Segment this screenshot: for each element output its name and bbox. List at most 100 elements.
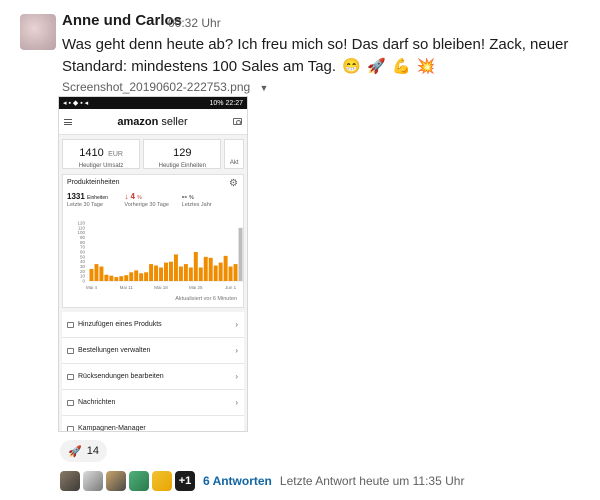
chart-bar: [149, 264, 154, 281]
chart-bar: [99, 266, 104, 281]
stat-last-30: 1331 Einheiten Letzte 30 Tage: [67, 192, 124, 208]
y-tick-label: 0: [82, 279, 85, 284]
card-stats: 1331 Einheiten Letzte 30 Tage ↓ 4 % Vorh…: [67, 192, 239, 208]
kpi-tiles: 1410 EUR Heutiger Umsatz 129 Heutige Ein…: [59, 135, 247, 172]
chart-bar: [94, 264, 99, 281]
replies-link[interactable]: 6 Antworten: [203, 474, 272, 488]
stat-last-year-label: Letztes Jahr: [181, 202, 212, 208]
x-tick-label: Mai 4: [86, 285, 98, 290]
chart-bar: [198, 267, 203, 281]
menu-returns-label: Rücksendungen bearbeiten: [78, 373, 164, 380]
chart-bar: [173, 254, 178, 281]
y-tick-label: 30: [80, 264, 86, 269]
chart-bar: [164, 262, 168, 281]
y-tick-label: 40: [80, 259, 86, 264]
chart-bar: [114, 277, 119, 281]
phone-app-bar: amazon seller: [59, 109, 247, 135]
chart-bar: [233, 264, 238, 281]
chart-bar: [124, 275, 129, 281]
chart-bar: [228, 266, 233, 281]
y-tick-label: 10: [80, 274, 86, 279]
chart-bar: [159, 267, 164, 281]
chart-bar: [218, 262, 223, 281]
campaign-icon: [67, 425, 74, 431]
chart-bar: [203, 256, 208, 281]
avatar[interactable]: [106, 471, 126, 491]
calendar-icon: [67, 347, 74, 354]
avatar[interactable]: [83, 471, 103, 491]
chart-bar: [109, 275, 114, 281]
stat-previous-30-value: ↓ 4: [124, 192, 135, 201]
stat-last-year-unit: %: [189, 195, 194, 201]
menu-messages: Nachrichten ›: [62, 390, 244, 416]
x-tick-label: Mai 25: [189, 285, 203, 290]
amazon-seller-logo: amazon seller: [117, 116, 187, 128]
menu-campaigns-label: Kampagnen-Manager: [78, 425, 146, 432]
menu-campaigns: Kampagnen-Manager: [62, 416, 244, 432]
stat-previous-30-unit: %: [137, 195, 142, 201]
card-title: Produkteinheiten: [67, 179, 120, 186]
message-timestamp[interactable]: 00:32 Uhr: [168, 16, 221, 30]
chevron-right-icon: ›: [235, 320, 238, 329]
product-units-card: Produkteinheiten ⚙ 1331 Einheiten Letzte…: [62, 174, 244, 308]
chart-bar: [178, 266, 183, 281]
chevron-right-icon: ›: [235, 346, 238, 355]
x-tick-label: Jun 1: [225, 285, 237, 290]
chart-bar: [238, 227, 243, 281]
chart-bar: [208, 257, 213, 281]
collision-emoji: 💥: [416, 58, 436, 75]
stat-previous-30: ↓ 4 % Vorherige 30 Tage: [124, 192, 181, 208]
y-tick-label: 70: [80, 245, 86, 250]
avatar[interactable]: [152, 471, 172, 491]
y-tick-label: 110: [78, 225, 86, 230]
last-reply-info: Letzte Antwort heute um 11:35 Uhr: [279, 474, 465, 488]
reaction-count: 14: [86, 445, 99, 457]
grin-emoji: 😁: [342, 58, 361, 75]
chart-bar: [129, 272, 134, 281]
message-author[interactable]: Anne und Carlos: [62, 12, 182, 29]
avatar[interactable]: [20, 14, 56, 50]
y-tick-label: 60: [80, 250, 86, 255]
chart-bar: [119, 276, 124, 281]
phone-menu: Hinzufügen eines Produkts › Bestellungen…: [62, 312, 244, 432]
chart-bar: [154, 265, 159, 281]
stat-last-year: -- % Letztes Jahr: [182, 192, 239, 208]
flexed-biceps-emoji: 💪: [391, 58, 411, 75]
tile-units: 129 Heutige Einheiten: [143, 139, 222, 169]
stat-last-30-label: Letzte 30 Tage: [67, 202, 103, 208]
tile-revenue-label: Heutiger Umsatz: [78, 163, 124, 169]
reaction-rocket[interactable]: 🚀 14: [60, 440, 107, 462]
chart-bar: [139, 273, 144, 281]
message-text: Was geht denn heute ab? Ich freu mich so…: [62, 34, 590, 78]
stat-last-30-unit: Einheiten: [87, 195, 108, 201]
extra-participants-badge[interactable]: +1: [175, 471, 195, 491]
chart-bar: [193, 252, 198, 281]
y-tick-label: 80: [80, 240, 86, 245]
message-icon: [67, 399, 74, 406]
caret-down-icon[interactable]: ▼: [260, 83, 269, 93]
chart-bar: [223, 255, 228, 281]
menu-returns: Rücksendungen bearbeiten ›: [62, 364, 244, 390]
tile-partial-label: Akt: [229, 160, 239, 166]
thread-summary[interactable]: +1 6 Antworten Letzte Antwort heute um 1…: [60, 470, 464, 492]
attachment-image[interactable]: ◂ ▪ ◆ ▪ ◂ 10% 22:27 amazon seller 1410 E…: [58, 96, 248, 432]
avatar[interactable]: [129, 471, 149, 491]
menu-orders: Bestellungen verwalten ›: [62, 338, 244, 364]
stat-last-30-value: 1331: [67, 192, 85, 201]
tag-icon: [67, 321, 74, 328]
tile-revenue-unit: EUR: [108, 151, 123, 158]
logo-brand: amazon: [117, 115, 159, 128]
attachment-filename[interactable]: Screenshot_20190602-222753.png ▼: [62, 80, 268, 94]
tile-partial: Akt: [224, 139, 244, 169]
status-icons: ◂ ▪ ◆ ▪ ◂: [63, 100, 89, 107]
tile-units-label: Heutige Einheiten: [158, 163, 206, 169]
y-tick-label: 50: [80, 254, 86, 259]
tile-revenue-value: 1410: [79, 147, 104, 159]
return-icon: [67, 373, 74, 380]
status-time: 10% 22:27: [209, 99, 243, 107]
avatar[interactable]: [60, 471, 80, 491]
chevron-right-icon: ›: [235, 398, 238, 407]
menu-orders-label: Bestellungen verwalten: [78, 347, 151, 354]
chart-bar: [188, 267, 193, 281]
chart-bar: [134, 270, 139, 281]
